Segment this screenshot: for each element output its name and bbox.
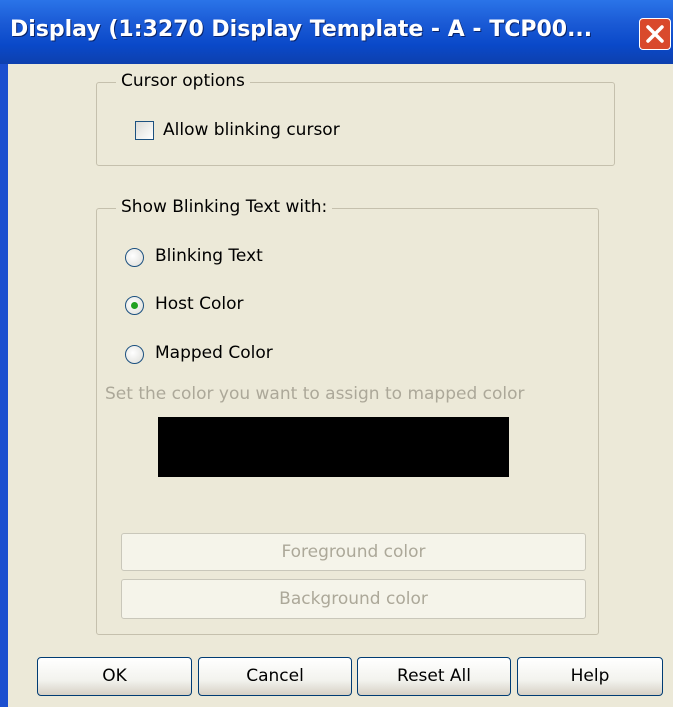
blinking-text-legend: Show Blinking Text with: [116,197,333,217]
background-color-button[interactable]: Background color [121,579,586,619]
cancel-button[interactable]: Cancel [198,657,352,696]
help-button[interactable]: Help [517,657,663,696]
reset-all-button[interactable]: Reset All [357,657,511,696]
mapped-color-hint: Set the color you want to assign to mapp… [105,384,525,404]
ok-button[interactable]: OK [37,657,192,696]
blinking-text-label[interactable]: Blinking Text [155,246,263,266]
host-color-label[interactable]: Host Color [155,294,244,314]
cursor-options-group: Cursor options Allow blinking cursor [96,71,615,166]
mapped-color-radio[interactable] [125,345,144,364]
host-color-radio[interactable] [125,296,144,315]
radio-selected-dot [131,302,138,309]
mapped-color-swatch [158,417,509,477]
blinking-text-group: Show Blinking Text with: Blinking Text H… [96,197,599,635]
allow-blinking-cursor-label[interactable]: Allow blinking cursor [163,120,340,140]
allow-blinking-cursor-checkbox[interactable] [135,121,154,140]
close-button[interactable] [639,18,671,50]
blinking-text-radio[interactable] [125,248,144,267]
window-border [0,64,8,707]
window-title: Display (1:3270 Display Template - A - T… [10,17,593,42]
close-icon [646,25,664,43]
mapped-color-label[interactable]: Mapped Color [155,343,273,363]
foreground-color-button[interactable]: Foreground color [121,533,586,571]
title-bar: Display (1:3270 Display Template - A - T… [0,0,673,64]
cursor-options-legend: Cursor options [116,71,250,91]
